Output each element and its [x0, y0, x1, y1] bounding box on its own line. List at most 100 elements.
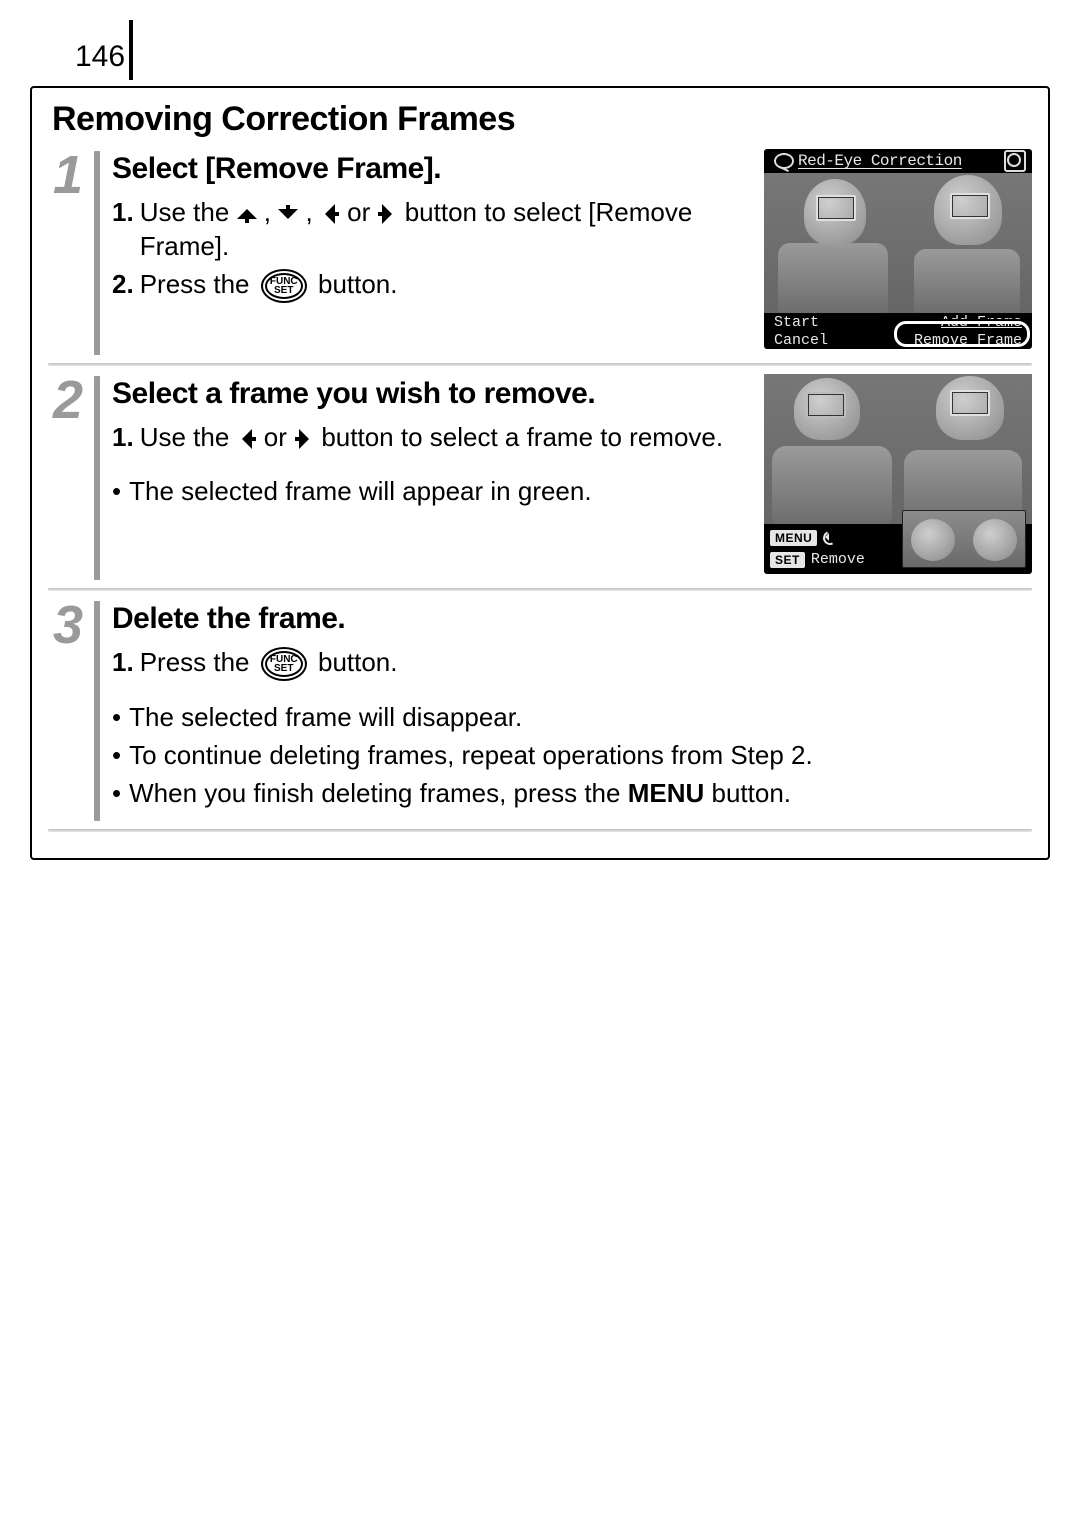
- undo-icon: [823, 531, 837, 545]
- step-title: Delete the frame.: [112, 599, 1032, 638]
- arrow-right-icon: [294, 429, 314, 449]
- bullet-text: When you finish deleting frames, press t…: [129, 777, 791, 811]
- step3-bullets: • The selected frame will disappear. • T…: [112, 701, 1032, 810]
- t: Use the: [140, 197, 237, 227]
- arrow-right-icon: [377, 204, 397, 224]
- bullet: • The selected frame will disappear.: [112, 701, 1032, 735]
- correction-frame-selected: [806, 392, 846, 418]
- magnify-icon: [1004, 150, 1026, 172]
- t: button.: [318, 269, 398, 299]
- step-bar: [94, 601, 100, 821]
- t: or: [347, 197, 377, 227]
- step-bar: [94, 151, 100, 355]
- ol-text: Use the or button to select a frame to r…: [140, 421, 723, 455]
- lcd-screenshot-step1: Red-Eye Correction Start: [764, 149, 1032, 349]
- arrow-down-icon: [278, 204, 298, 224]
- step-1: 1 Select [Remove Frame]. 1. Use the , ,: [48, 149, 1032, 357]
- section-title: Removing Correction Frames: [52, 100, 1032, 139]
- red-eye-icon: [774, 153, 794, 169]
- func-set-button-icon: FUNC SET: [261, 647, 307, 681]
- correction-frame: [950, 390, 990, 416]
- step-num-col: 1: [48, 149, 88, 357]
- step1-item1: 1. Use the , , or button to select [Remo…: [112, 196, 746, 264]
- ol-num: 1.: [112, 421, 134, 455]
- lcd-top-left: Red-Eye Correction: [770, 152, 966, 170]
- funcset-label: FUNC SET: [270, 655, 298, 673]
- step-divider: [48, 363, 1032, 366]
- bullet-text: To continue deleting frames, repeat oper…: [129, 739, 813, 773]
- arrow-left-icon: [320, 204, 340, 224]
- step1-item2: 2. Press the FUNC SET button.: [112, 268, 746, 303]
- page-header: 146: [30, 20, 1050, 80]
- bullet-text: The selected frame will disappear.: [129, 701, 522, 735]
- person-illustration: [772, 446, 892, 524]
- bullet-text: The selected frame will appear in green.: [129, 475, 591, 509]
- arrow-left-icon: [237, 429, 257, 449]
- t: button.: [318, 647, 398, 677]
- lcd-opt-cancel: Cancel: [764, 332, 898, 349]
- bullet-dot: •: [112, 701, 121, 735]
- lcd-photo: [764, 374, 1032, 524]
- ol-text: Press the FUNC SET button.: [140, 268, 398, 303]
- step-title: Select a frame you wish to remove.: [112, 374, 746, 413]
- lcd-title: Red-Eye Correction: [798, 152, 962, 170]
- t: or: [264, 422, 294, 452]
- page-number-rule: [129, 20, 133, 80]
- step-2: 2 Select a frame you wish to remove. 1. …: [48, 374, 1032, 582]
- lcd-photo: [764, 173, 1032, 313]
- t: SET: [274, 285, 293, 296]
- set-badge: SET: [770, 552, 805, 568]
- t: SET: [274, 663, 293, 674]
- page: 146 Removing Correction Frames 1 Select …: [0, 0, 1080, 1521]
- menu-strong: MENU: [628, 778, 705, 808]
- lcd-set-row: SET Remove: [770, 551, 865, 568]
- bullet: • The selected frame will appear in gree…: [112, 475, 746, 509]
- arrow-up-icon: [237, 204, 257, 224]
- step-3: 3 Delete the frame. 1. Press the FUNC SE: [48, 599, 1032, 823]
- menu-badge: MENU: [770, 530, 817, 546]
- bullet-dot: •: [112, 777, 121, 811]
- bullet: • When you finish deleting frames, press…: [112, 777, 1032, 811]
- step-number: 2: [53, 374, 83, 425]
- func-set-button-icon: FUNC SET: [261, 269, 307, 303]
- correction-frame: [950, 193, 990, 219]
- step-number: 3: [53, 599, 83, 650]
- set-text: Remove: [811, 551, 865, 568]
- lcd-zoom-inset: [902, 510, 1026, 568]
- step-body: Select [Remove Frame]. 1. Use the , , or: [112, 149, 1032, 357]
- step-text: Delete the frame. 1. Press the FUNC SET: [112, 599, 1032, 815]
- t: When you finish deleting frames, press t…: [129, 778, 628, 808]
- bullet-dot: •: [112, 475, 121, 509]
- step3-item1: 1. Press the FUNC SET button.: [112, 646, 1032, 681]
- step-title: Select [Remove Frame].: [112, 149, 746, 188]
- ol-num: 1.: [112, 646, 134, 681]
- person-illustration: [914, 249, 1020, 313]
- step2-bullets: • The selected frame will appear in gree…: [112, 475, 746, 509]
- content-box: Removing Correction Frames 1 Select [Rem…: [30, 86, 1050, 860]
- t: Press the: [140, 269, 257, 299]
- bullet-dot: •: [112, 739, 121, 773]
- lcd-bottom-grid: Start Add Frame Cancel Remove Frame: [764, 313, 1032, 349]
- ol-text: Use the , , or button to select [Remove …: [140, 196, 746, 264]
- step-body: Delete the frame. 1. Press the FUNC SET: [112, 599, 1032, 823]
- t: Use the: [140, 422, 237, 452]
- ol-num: 1.: [112, 196, 134, 264]
- step-divider: [48, 588, 1032, 591]
- step2-item1: 1. Use the or button to select a frame t…: [112, 421, 746, 455]
- lcd-top-bar: Red-Eye Correction: [764, 149, 1032, 173]
- step-bar: [94, 376, 100, 580]
- t: button.: [712, 778, 792, 808]
- lcd-menu-row: MENU: [770, 530, 837, 546]
- funcset-label: FUNC SET: [270, 277, 298, 295]
- page-number: 146: [30, 40, 125, 80]
- ol-text: Press the FUNC SET button.: [140, 646, 398, 681]
- ol-num: 2.: [112, 268, 134, 303]
- step-text: Select [Remove Frame]. 1. Use the , , or: [112, 149, 746, 349]
- t: ,: [264, 197, 278, 227]
- bullet: • To continue deleting frames, repeat op…: [112, 739, 1032, 773]
- lcd-opt-start: Start: [764, 314, 898, 331]
- correction-frame: [816, 195, 856, 221]
- lcd-opt-remove-frame: Remove Frame: [898, 332, 1032, 349]
- person-illustration: [973, 519, 1017, 561]
- step-num-col: 2: [48, 374, 88, 582]
